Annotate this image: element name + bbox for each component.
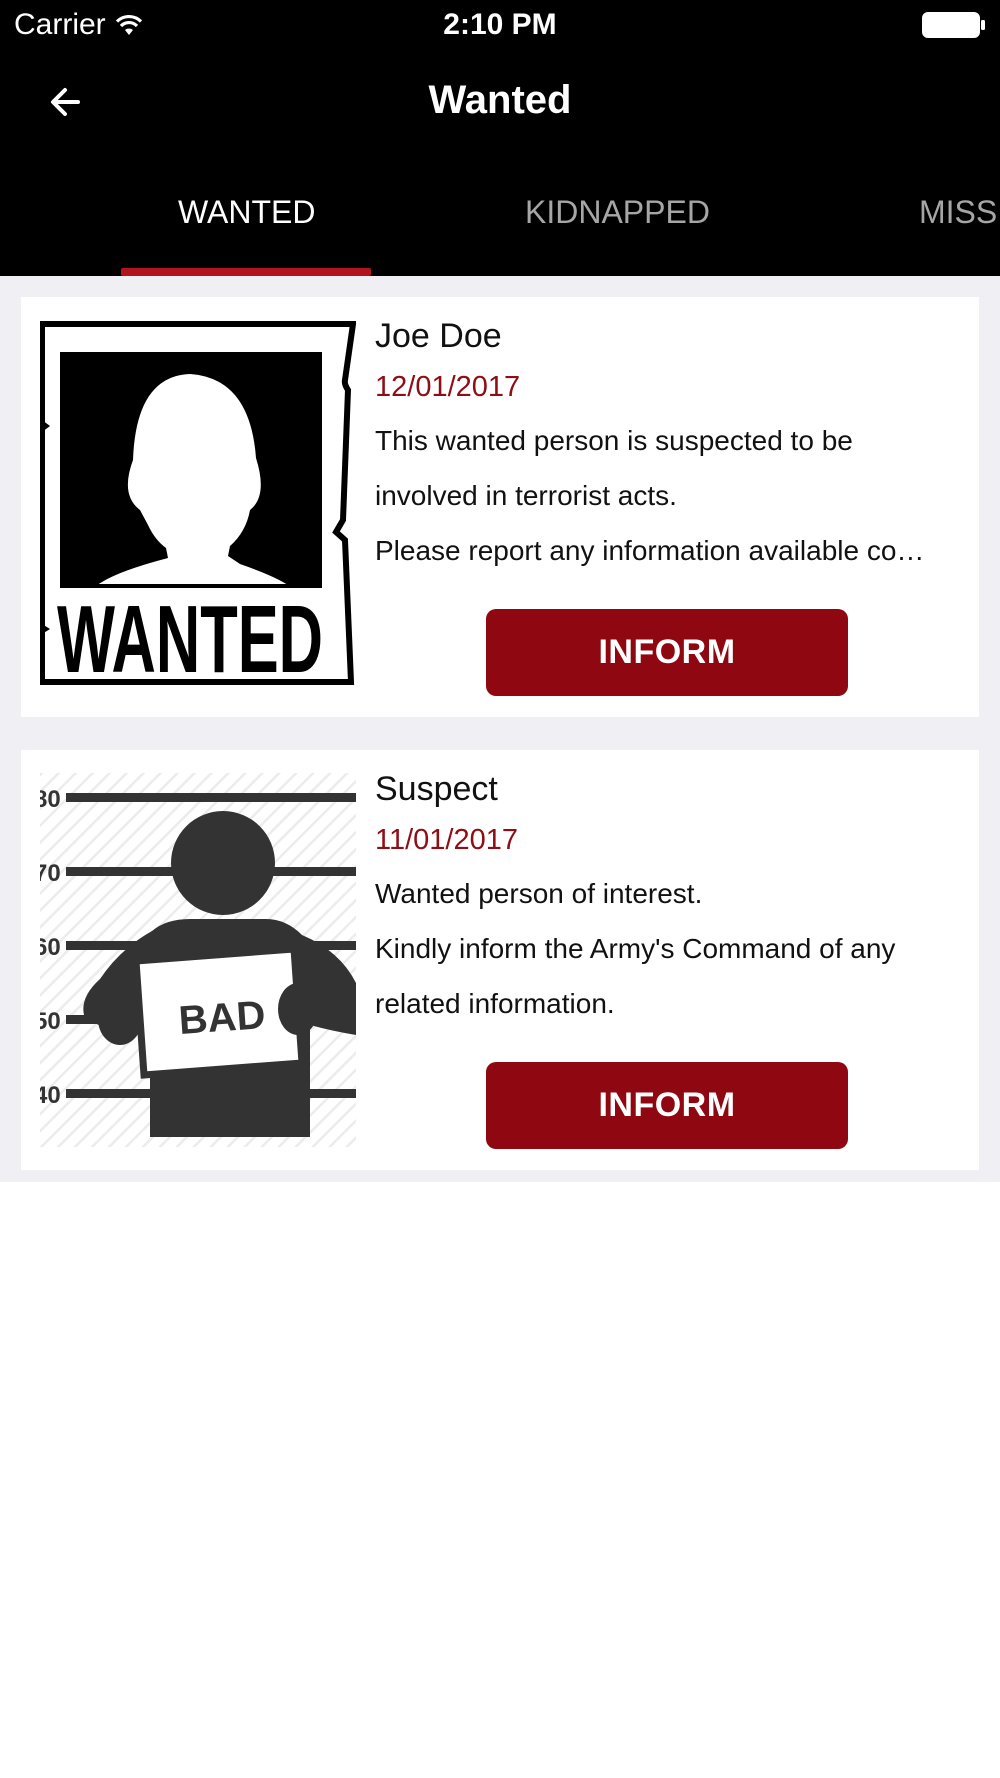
description-line: related information.: [375, 988, 615, 1019]
ruler-label: 60: [40, 934, 61, 961]
description-line: Kindly inform the Army's Command of any: [375, 933, 896, 964]
status-bar: Carrier 2:10 PM: [0, 0, 1000, 52]
navigation-bar: Wanted: [0, 52, 1000, 152]
inform-button[interactable]: INFORM: [486, 1062, 848, 1149]
description-line: This wanted person is suspected to be: [375, 425, 853, 456]
sign-text: BAD: [177, 993, 267, 1043]
person-description: Wanted person of interest. Kindly inform…: [375, 866, 965, 1031]
status-time: 2:10 PM: [443, 8, 557, 41]
list-item[interactable]: 80 70 60 50 40 BAD Suspect 11/01/2017 Wa…: [21, 750, 979, 1170]
tab-missing[interactable]: MISSING: [919, 194, 1000, 231]
description-line: Please report any information available …: [375, 535, 925, 566]
ruler-label: 50: [40, 1008, 61, 1035]
page-title: Wanted: [428, 78, 572, 122]
person-name: Suspect: [375, 770, 498, 808]
battery-icon: [922, 12, 985, 38]
description-line: Wanted person of interest.: [375, 878, 703, 909]
inform-button[interactable]: INFORM: [486, 609, 848, 696]
wanted-list: WANTED Joe Doe 12/01/2017 This wanted pe…: [0, 276, 1000, 1182]
person-description: This wanted person is suspected to be in…: [375, 413, 965, 578]
ruler-label: 80: [40, 786, 61, 813]
active-tab-indicator: [121, 268, 371, 276]
poster-text: WANTED: [57, 586, 323, 693]
wanted-poster-image: WANTED: [40, 320, 356, 694]
ruler-label: 40: [40, 1082, 61, 1109]
list-item[interactable]: WANTED Joe Doe 12/01/2017 This wanted pe…: [21, 297, 979, 717]
tab-bar: WANTED KIDNAPPED MISSING: [0, 152, 1000, 276]
person-date: 11/01/2017: [375, 824, 518, 856]
tab-wanted[interactable]: WANTED: [178, 194, 315, 231]
ruler-label: 70: [40, 860, 61, 887]
tab-kidnapped[interactable]: KIDNAPPED: [525, 194, 710, 231]
person-date: 12/01/2017: [375, 371, 521, 403]
suspect-lineup-image: 80 70 60 50 40 BAD: [40, 773, 356, 1147]
description-line: involved in terrorist acts.: [375, 480, 677, 511]
person-name: Joe Doe: [375, 317, 502, 355]
